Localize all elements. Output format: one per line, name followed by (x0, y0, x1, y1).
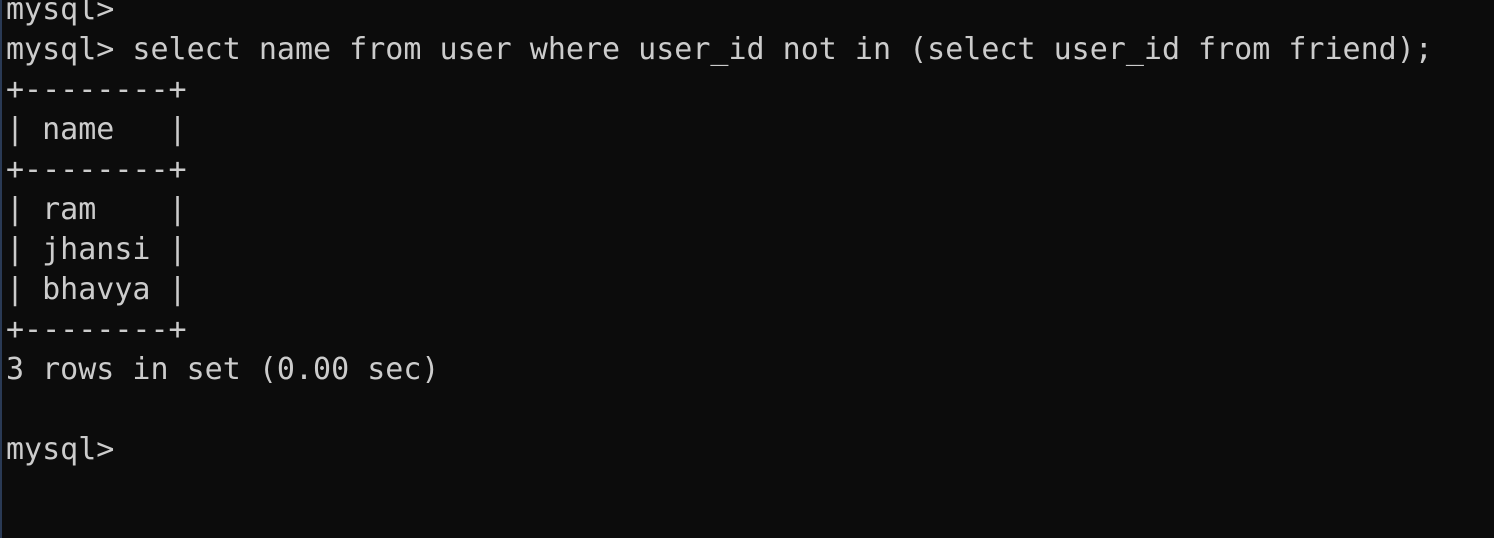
table-border-top: +--------+ (6, 72, 187, 107)
prompt-line: mysql> (6, 0, 115, 27)
table-row: | ram | (6, 192, 187, 227)
table-header-row: | name | (6, 112, 187, 147)
table-header-separator: +--------+ (6, 152, 187, 187)
table-row: | bhavya | (6, 272, 187, 307)
table-border-bottom: +--------+ (6, 312, 187, 347)
result-summary: 3 rows in set (0.00 sec) (6, 352, 440, 387)
table-row: | jhansi | (6, 232, 187, 267)
query-command-line: mysql> select name from user where user_… (6, 32, 1433, 67)
active-prompt-line[interactable]: mysql> (6, 430, 1494, 470)
terminal-window[interactable]: mysql> mysql> select name from user wher… (0, 0, 1494, 538)
terminal-output: mysql> mysql> select name from user wher… (6, 0, 1494, 470)
